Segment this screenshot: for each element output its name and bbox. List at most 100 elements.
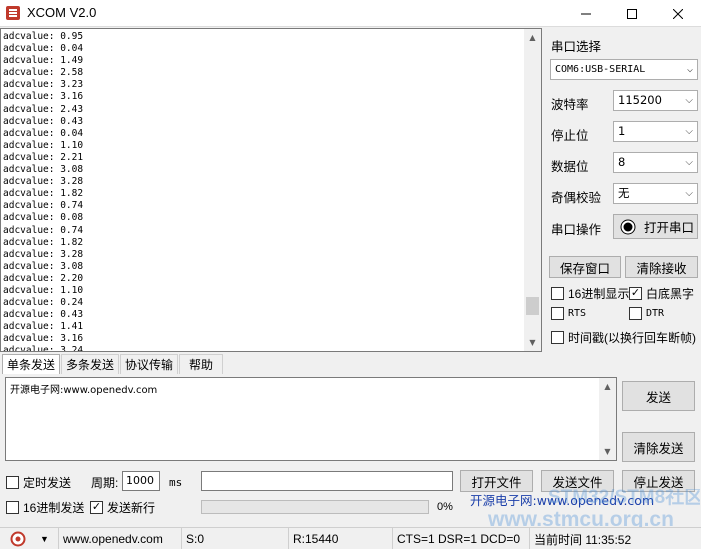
receive-line: adcvalue: 0.74 [3,200,84,212]
stop-send-button[interactable]: 停止发送 [622,470,695,492]
receive-line: adcvalue: 2.21 [3,151,84,163]
chevron-down-icon: ⌵ [685,126,693,137]
maximize-icon [627,8,637,19]
baud-label: 波特率 [551,98,589,112]
close-button[interactable] [655,0,701,27]
port-value: COM6:USB-SERIAL [555,64,646,75]
receive-line: adcvalue: 0.08 [3,212,84,224]
clear-receive-button[interactable]: 清除接收 [625,256,698,278]
scroll-up-icon[interactable]: ▲ [524,29,541,46]
receive-line: adcvalue: 2.20 [3,272,84,284]
settings-menu[interactable]: ▼ [0,528,59,549]
receive-line: adcvalue: 3.28 [3,248,84,260]
website-link[interactable]: www.openedv.com [59,528,182,549]
parity-select[interactable]: 无 ⌵ [613,183,698,204]
receive-line: adcvalue: 3.16 [3,91,84,103]
receive-line: adcvalue: 0.43 [3,309,84,321]
tab-multi-send[interactable]: 多条发送 [61,354,119,374]
window-title: XCOM V2.0 [27,5,97,20]
receive-line: adcvalue: 3.24 [3,345,84,352]
stopbit-label: 停止位 [551,129,589,143]
tab-protocol[interactable]: 协议传输 [120,354,178,374]
receive-line: adcvalue: 3.23 [3,79,84,91]
open-file-button[interactable]: 打开文件 [460,470,533,492]
send-button[interactable]: 发送 [622,381,695,411]
tab-single-send[interactable]: 单条发送 [2,354,60,374]
receive-text: adcvalue: 0.95 adcvalue: 0.04 adcvalue: 1.… [3,31,523,352]
rts-checkbox[interactable]: RTS [551,307,586,320]
receive-line: adcvalue: 3.28 [3,176,84,188]
watermark-logo: 开源电子网:www.openedv.com STM32/STM8社区 www.s… [470,489,700,527]
send-tabs: 单条发送 多条发送 协议传输 帮助 [0,354,701,374]
parity-label: 奇偶校验 [551,191,602,205]
checkbox-box [6,501,19,514]
close-icon [673,8,683,19]
period-input[interactable]: 1000 [122,471,160,491]
databit-select[interactable]: 8 ⌵ [613,152,698,173]
receive-textarea[interactable]: adcvalue: 0.95 adcvalue: 0.04 adcvalue: 1.… [0,28,542,352]
stopbit-select[interactable]: 1 ⌵ [613,121,698,142]
maximize-button[interactable] [609,0,655,27]
send-newline-checkbox[interactable]: ✓ 发送新行 [90,499,155,516]
period-label: 周期: [91,476,119,490]
receive-line: adcvalue: 0.95 [3,31,84,42]
chevron-down-icon: ⌵ [685,188,693,199]
tab-help[interactable]: 帮助 [179,354,223,374]
chevron-down-icon: ⌵ [685,95,693,106]
dtr-checkbox[interactable]: DTR [629,307,664,320]
hex-send-checkbox[interactable]: 16进制发送 [6,499,84,516]
scroll-thumb[interactable] [526,297,539,315]
watermark-line1: 开源电子网:www.openedv.com [470,493,654,508]
watermark-line3: www.stmcu.org.cn [487,508,674,527]
scroll-down-icon[interactable]: ▼ [599,443,616,460]
receive-line: adcvalue: 1.10 [3,139,84,151]
checkbox-box [551,331,564,344]
hex-display-checkbox[interactable]: 16进制显示 [551,285,629,302]
databit-value: 8 [618,155,626,169]
progress-text: 0% [437,501,453,513]
check-icon: ✓ [90,501,103,514]
receive-line: adcvalue: 3.08 [3,260,84,272]
gear-icon [10,531,26,547]
checkbox-box [551,287,564,300]
receive-line: adcvalue: 1.82 [3,188,84,200]
scroll-down-icon[interactable]: ▼ [524,334,541,351]
receive-line: adcvalue: 0.43 [3,115,84,127]
receive-scrollbar[interactable]: ▲ ▼ [524,29,541,351]
file-path-input[interactable] [201,471,453,491]
chevron-down-icon: ▼ [40,534,49,544]
app-icon [6,6,20,20]
receive-line: adcvalue: 0.74 [3,224,84,236]
sent-count: S:0 [182,528,289,549]
chevron-down-icon: ⌵ [685,157,693,168]
send-file-button[interactable]: 发送文件 [541,470,614,492]
receive-line: adcvalue: 0.04 [3,127,84,139]
scroll-up-icon[interactable]: ▲ [599,378,616,395]
receive-line: adcvalue: 3.16 [3,333,84,345]
title-bar: XCOM V2.0 [0,0,701,27]
send-textarea[interactable]: 开源电子网:www.openedv.com ▲ ▼ [5,377,617,461]
timed-send-checkbox[interactable]: 定时发送 [6,474,71,491]
checkbox-box [629,307,642,320]
check-icon: ✓ [629,287,642,300]
minimize-button[interactable] [563,0,609,27]
stopbit-value: 1 [618,124,626,138]
received-count: R:15440 [289,528,393,549]
send-progress-bar [201,500,429,514]
baud-value: 115200 [618,93,662,107]
databit-label: 数据位 [551,160,589,174]
receive-line: adcvalue: 0.24 [3,297,84,309]
open-port-button[interactable]: 打开串口 [613,214,698,239]
timestamp-checkbox[interactable]: 时间戳(以换行回车断帧) [551,329,696,346]
clear-send-button[interactable]: 清除发送 [622,432,695,462]
send-scrollbar[interactable]: ▲ ▼ [599,378,616,460]
port-label: 串口选择 [551,40,602,54]
port-select[interactable]: COM6:USB-SERIAL ⌵ [550,59,698,80]
white-black-checkbox[interactable]: ✓ 白底黑字 [629,285,694,302]
receive-line: adcvalue: 1.49 [3,55,84,67]
save-window-button[interactable]: 保存窗口 [549,256,621,278]
chevron-down-icon: ⌵ [686,64,693,75]
current-time: 当前时间 11:35:52 [534,532,632,547]
receive-line: adcvalue: 0.04 [3,43,84,55]
baud-select[interactable]: 115200 ⌵ [613,90,698,111]
